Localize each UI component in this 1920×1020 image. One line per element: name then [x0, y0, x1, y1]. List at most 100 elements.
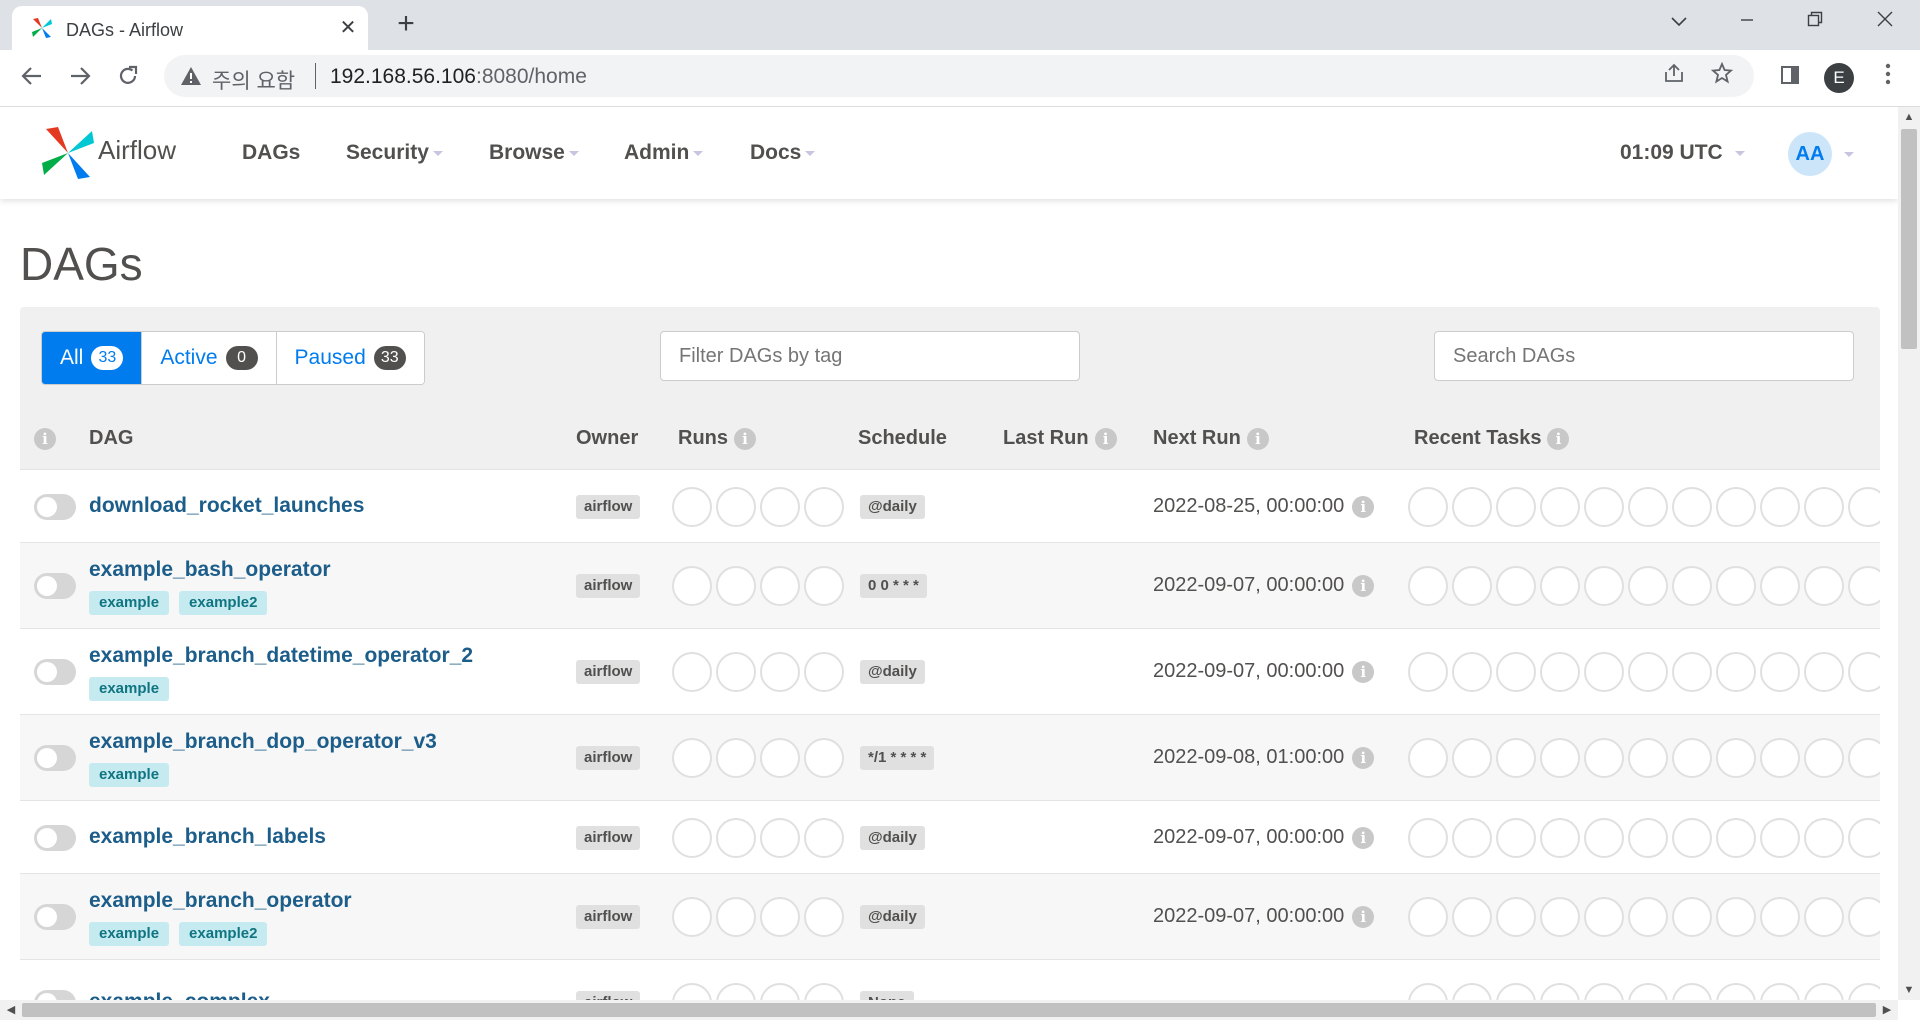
run-status-circle[interactable] — [716, 652, 756, 692]
task-status-circle[interactable] — [1540, 738, 1580, 778]
recent-tasks-info-icon[interactable]: i — [1547, 427, 1570, 450]
owner-badge[interactable]: airflow — [576, 991, 641, 1000]
back-icon[interactable] — [14, 60, 50, 96]
task-status-circle[interactable] — [1452, 738, 1492, 778]
task-status-circle[interactable] — [1848, 897, 1880, 937]
last-run-info-icon[interactable]: i — [1094, 427, 1117, 450]
task-status-circle[interactable] — [1716, 652, 1756, 692]
task-status-circle[interactable] — [1628, 983, 1668, 1000]
schedule-badge[interactable]: @daily — [860, 660, 925, 684]
header-schedule[interactable]: Schedule — [858, 427, 947, 450]
task-status-circle[interactable] — [1760, 897, 1800, 937]
task-status-circle[interactable] — [1760, 983, 1800, 1000]
task-status-circle[interactable] — [1804, 983, 1844, 1000]
tag-filter-input[interactable] — [660, 331, 1080, 381]
close-tab-icon[interactable]: ✕ — [334, 14, 362, 42]
reload-icon[interactable] — [110, 60, 146, 96]
task-status-circle[interactable] — [1716, 818, 1756, 858]
pause-toggle[interactable] — [34, 573, 76, 599]
pause-toggle[interactable] — [34, 745, 76, 771]
scroll-right-icon[interactable]: ▶ — [1876, 1000, 1898, 1020]
tab-search-chevron-icon[interactable] — [1656, 6, 1702, 36]
run-status-circle[interactable] — [804, 652, 844, 692]
task-status-circle[interactable] — [1760, 487, 1800, 527]
task-status-circle[interactable] — [1408, 487, 1448, 527]
task-status-circle[interactable] — [1716, 566, 1756, 606]
scroll-down-icon[interactable]: ▼ — [1898, 980, 1920, 1000]
minimize-window-icon[interactable] — [1724, 6, 1770, 36]
header-owner[interactable]: Owner — [576, 427, 638, 450]
run-status-circle[interactable] — [672, 652, 712, 692]
owner-badge[interactable]: airflow — [576, 905, 641, 929]
next-run-info-icon[interactable]: i — [1352, 574, 1375, 597]
task-status-circle[interactable] — [1584, 566, 1624, 606]
runs-info-icon[interactable]: i — [734, 427, 756, 450]
header-dag[interactable]: DAG — [89, 427, 133, 450]
task-status-circle[interactable] — [1496, 566, 1536, 606]
airflow-brand[interactable]: Airflow — [40, 121, 240, 181]
run-status-circle[interactable] — [760, 818, 800, 858]
task-status-circle[interactable] — [1760, 818, 1800, 858]
pause-toggle[interactable] — [34, 659, 76, 685]
schedule-badge[interactable]: @daily — [860, 495, 925, 519]
task-status-circle[interactable] — [1760, 566, 1800, 606]
next-run-info-icon[interactable]: i — [1352, 660, 1375, 683]
task-status-circle[interactable] — [1628, 652, 1668, 692]
dag-link[interactable]: example_branch_datetime_operator_2 — [89, 644, 473, 668]
browser-menu-icon[interactable] — [1870, 60, 1906, 96]
pause-toggle[interactable] — [34, 825, 76, 851]
task-status-circle[interactable] — [1496, 652, 1536, 692]
task-status-circle[interactable] — [1540, 897, 1580, 937]
restore-window-icon[interactable] — [1792, 6, 1838, 36]
task-status-circle[interactable] — [1408, 566, 1448, 606]
task-status-circle[interactable] — [1672, 897, 1712, 937]
owner-badge[interactable]: airflow — [576, 826, 641, 850]
task-status-circle[interactable] — [1804, 818, 1844, 858]
task-status-circle[interactable] — [1452, 983, 1492, 1000]
run-status-circle[interactable] — [760, 566, 800, 606]
owner-badge[interactable]: airflow — [576, 660, 641, 684]
task-status-circle[interactable] — [1584, 738, 1624, 778]
task-status-circle[interactable] — [1804, 566, 1844, 606]
task-status-circle[interactable] — [1628, 818, 1668, 858]
task-status-circle[interactable] — [1672, 983, 1712, 1000]
pause-toggle[interactable] — [34, 494, 76, 520]
task-status-circle[interactable] — [1540, 566, 1580, 606]
dag-link[interactable]: example_branch_operator — [89, 889, 352, 913]
task-status-circle[interactable] — [1804, 652, 1844, 692]
task-status-circle[interactable] — [1540, 652, 1580, 692]
run-status-circle[interactable] — [716, 897, 756, 937]
schedule-badge[interactable]: @daily — [860, 905, 925, 929]
schedule-badge[interactable]: */1 * * * * — [860, 746, 935, 770]
dag-link[interactable]: example_branch_labels — [89, 825, 326, 849]
not-secure-warning-icon[interactable] — [180, 65, 202, 87]
task-status-circle[interactable] — [1672, 487, 1712, 527]
horizontal-scrollbar[interactable]: ◀ ▶ — [0, 1000, 1898, 1020]
bookmark-star-icon[interactable] — [1708, 61, 1736, 90]
run-status-circle[interactable] — [672, 897, 712, 937]
schedule-badge[interactable]: 0 0 * * * — [860, 574, 927, 598]
nav-security[interactable]: Security — [346, 141, 443, 165]
task-status-circle[interactable] — [1760, 652, 1800, 692]
close-window-icon[interactable] — [1862, 6, 1908, 36]
run-status-circle[interactable] — [672, 983, 712, 1000]
next-run-info-icon[interactable]: i — [1352, 826, 1375, 849]
task-status-circle[interactable] — [1848, 983, 1880, 1000]
run-status-circle[interactable] — [760, 983, 800, 1000]
task-status-circle[interactable] — [1452, 818, 1492, 858]
dag-link[interactable]: download_rocket_launches — [89, 494, 364, 518]
task-status-circle[interactable] — [1452, 652, 1492, 692]
run-status-circle[interactable] — [716, 566, 756, 606]
run-status-circle[interactable] — [716, 738, 756, 778]
task-status-circle[interactable] — [1848, 566, 1880, 606]
run-status-circle[interactable] — [760, 652, 800, 692]
dag-tag[interactable]: example — [89, 922, 170, 946]
header-info-icon[interactable]: i — [34, 427, 56, 450]
task-status-circle[interactable] — [1540, 983, 1580, 1000]
task-status-circle[interactable] — [1452, 566, 1492, 606]
task-status-circle[interactable] — [1452, 897, 1492, 937]
header-last-run[interactable]: Last Run i — [1003, 427, 1117, 450]
task-status-circle[interactable] — [1584, 818, 1624, 858]
task-status-circle[interactable] — [1408, 738, 1448, 778]
user-avatar[interactable]: AA — [1788, 132, 1832, 176]
